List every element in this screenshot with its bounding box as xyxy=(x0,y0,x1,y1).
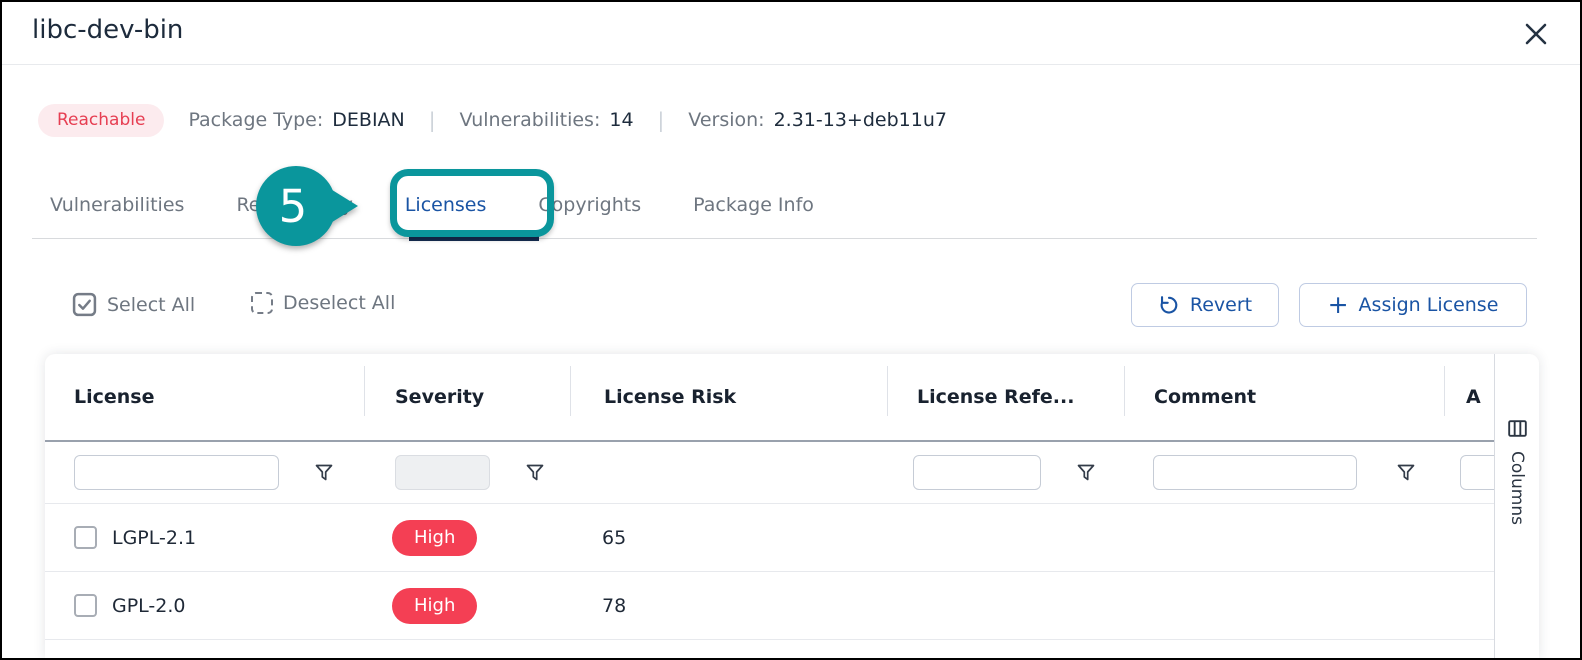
vulnerabilities-label: Vulnerabilities: xyxy=(460,109,601,131)
reachable-badge: Reachable xyxy=(38,104,164,137)
filter-row xyxy=(45,442,1494,503)
page-title: libc-dev-bin xyxy=(32,15,183,45)
vulnerabilities-value: 14 xyxy=(609,109,633,131)
annotation-highlight-box xyxy=(390,169,554,237)
column-header-license-reference[interactable]: License Refe... xyxy=(887,354,1124,440)
filter-icon-license[interactable] xyxy=(315,464,333,481)
select-all-label: Select All xyxy=(107,294,195,316)
column-header-a[interactable]: A xyxy=(1444,354,1494,440)
license-risk-value: 65 xyxy=(602,527,626,549)
annotation-step-number: 5 xyxy=(279,180,308,233)
version-label: Version: xyxy=(688,109,764,131)
checkbox-checked-icon xyxy=(72,292,97,317)
filter-icon-severity[interactable] xyxy=(526,464,544,481)
filter-input-comment[interactable] xyxy=(1153,455,1357,490)
package-details-modal: libc-dev-bin Reachable Package Type: DEB… xyxy=(0,0,1582,660)
select-all-button[interactable]: Select All xyxy=(72,292,195,317)
severity-badge: High xyxy=(392,588,477,624)
license-risk-value: 78 xyxy=(602,595,626,617)
filter-icon-comment[interactable] xyxy=(1397,464,1415,481)
revert-button[interactable]: Revert xyxy=(1131,283,1279,327)
tab-package-info[interactable]: Package Info xyxy=(693,194,814,216)
columns-panel-button[interactable]: Columns xyxy=(1494,354,1539,658)
close-icon xyxy=(1523,21,1549,47)
assign-license-label: Assign License xyxy=(1359,294,1499,316)
vulnerabilities-count: Vulnerabilities: 14 xyxy=(460,109,634,131)
license-name: GPL-2.0 xyxy=(112,595,186,617)
column-header-severity[interactable]: Severity xyxy=(364,354,570,440)
checkbox-dashed-icon xyxy=(251,292,273,314)
columns-icon xyxy=(1508,420,1527,437)
filter-icon-license-reference[interactable] xyxy=(1077,464,1095,481)
filter-input-a[interactable] xyxy=(1460,455,1494,490)
version: Version: 2.31-13+deb11u7 xyxy=(688,109,947,131)
package-type-value: DEBIAN xyxy=(332,109,404,131)
severity-badge: High xyxy=(392,520,477,556)
deselect-all-button[interactable]: Deselect All xyxy=(251,292,395,314)
tab-vulnerabilities[interactable]: Vulnerabilities xyxy=(50,194,184,216)
licenses-table-card: License Severity License Risk License Re… xyxy=(45,354,1539,658)
plus-icon: + xyxy=(1328,292,1349,317)
filter-input-license[interactable] xyxy=(74,455,279,490)
license-name: LGPL-2.1 xyxy=(112,527,196,549)
filter-input-severity xyxy=(395,455,490,490)
filter-input-license-reference[interactable] xyxy=(913,455,1041,490)
column-header-license-risk[interactable]: License Risk xyxy=(570,354,887,440)
row-checkbox[interactable] xyxy=(74,526,97,549)
table-row: GPL-2.0 High 78 xyxy=(45,571,1494,639)
package-type: Package Type: DEBIAN xyxy=(188,109,404,131)
column-header-comment[interactable]: Comment xyxy=(1124,354,1444,440)
table-header-row: License Severity License Risk License Re… xyxy=(45,354,1494,440)
undo-icon xyxy=(1158,294,1180,316)
row-checkbox[interactable] xyxy=(74,594,97,617)
table-row-partial xyxy=(45,639,1494,658)
annotation-step-balloon: 5 xyxy=(252,164,360,250)
package-meta-row: Reachable Package Type: DEBIAN | Vulnera… xyxy=(38,101,947,139)
assign-license-button[interactable]: + Assign License xyxy=(1299,283,1527,327)
licenses-table: License Severity License Risk License Re… xyxy=(45,354,1494,658)
deselect-all-label: Deselect All xyxy=(283,292,395,314)
separator: | xyxy=(429,108,436,132)
version-value: 2.31-13+deb11u7 xyxy=(774,109,947,131)
column-header-license[interactable]: License xyxy=(45,354,364,440)
table-row: LGPL-2.1 High 65 xyxy=(45,503,1494,571)
separator: | xyxy=(658,108,665,132)
close-button[interactable] xyxy=(1520,19,1552,51)
header-divider xyxy=(2,64,1580,65)
revert-label: Revert xyxy=(1190,294,1252,316)
columns-panel-label: Columns xyxy=(1507,451,1527,525)
package-type-label: Package Type: xyxy=(188,109,323,131)
